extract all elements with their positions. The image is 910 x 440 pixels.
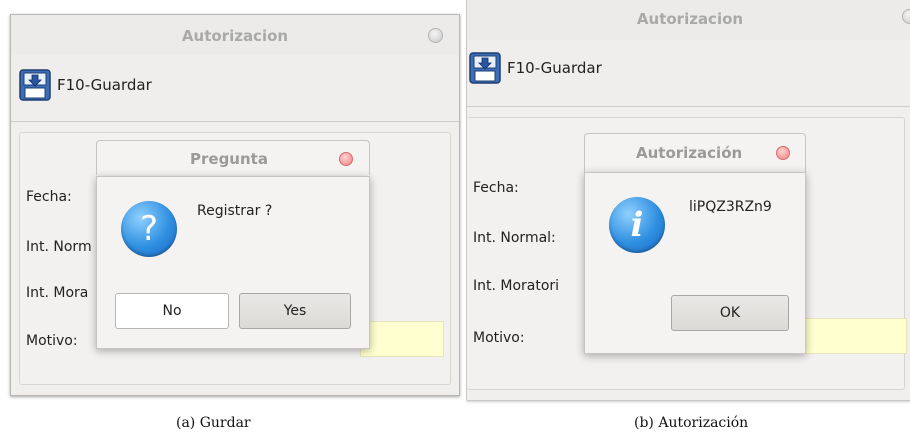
caption-b: (b) Autorización xyxy=(634,415,749,431)
window-title: Autorizacion xyxy=(181,27,289,45)
dialog-title: Autorización xyxy=(636,144,743,162)
caption-a: (a) Gurdar xyxy=(176,415,251,431)
dialog-message: Registrar ? xyxy=(197,203,273,219)
fecha-label: Fecha: xyxy=(473,180,519,196)
save-button[interactable]: F10-Guardar xyxy=(19,69,152,101)
save-button-label: F10-Guardar xyxy=(507,59,602,77)
no-button[interactable]: No xyxy=(115,293,229,329)
dialog-close-button[interactable] xyxy=(776,146,790,160)
screenshot-panel-a: Autorizacion F10-Guardar Fecha: Int. Nor… xyxy=(0,0,462,405)
motivo-input[interactable] xyxy=(360,321,444,357)
int-normal-label: Int. Normal: xyxy=(473,230,556,246)
save-icon xyxy=(19,69,51,101)
save-button-label: F10-Guardar xyxy=(57,76,152,94)
info-icon: i xyxy=(609,197,665,253)
dialog-message: liPQZ3RZn9 xyxy=(689,199,772,215)
window-close-button[interactable] xyxy=(902,9,910,24)
save-icon xyxy=(469,52,501,84)
motivo-input[interactable] xyxy=(805,318,907,354)
motivo-label: Motivo: xyxy=(473,330,525,346)
toolbar: F10-Guardar xyxy=(11,55,459,122)
question-icon: ? xyxy=(121,201,177,257)
motivo-label: Motivo: xyxy=(26,333,78,349)
screenshot-panel-b: Autorizacion F10-Guardar Fecha: Int. Nor… xyxy=(466,0,910,405)
int-normal-label: Int. Norm xyxy=(26,239,92,255)
dialog-title: Pregunta xyxy=(190,150,268,168)
dialog-close-button[interactable] xyxy=(339,152,353,166)
autorizacion-dialog: i liPQZ3RZn9 OK xyxy=(584,172,806,354)
pregunta-dialog: ? Registrar ? No Yes xyxy=(96,176,370,349)
yes-button[interactable]: Yes xyxy=(239,293,351,329)
int-moratorio-label: Int. Mora xyxy=(26,285,89,301)
save-button[interactable]: F10-Guardar xyxy=(469,52,602,84)
toolbar: F10-Guardar xyxy=(467,40,910,107)
window-titlebar: Autorizacion xyxy=(467,0,910,40)
window-title: Autorizacion xyxy=(636,10,744,28)
fecha-label: Fecha: xyxy=(26,189,72,205)
window-titlebar: Autorizacion xyxy=(11,15,459,55)
ok-button[interactable]: OK xyxy=(671,295,789,331)
int-moratorio-label: Int. Moratori xyxy=(473,278,560,294)
window-close-button[interactable] xyxy=(428,28,443,43)
